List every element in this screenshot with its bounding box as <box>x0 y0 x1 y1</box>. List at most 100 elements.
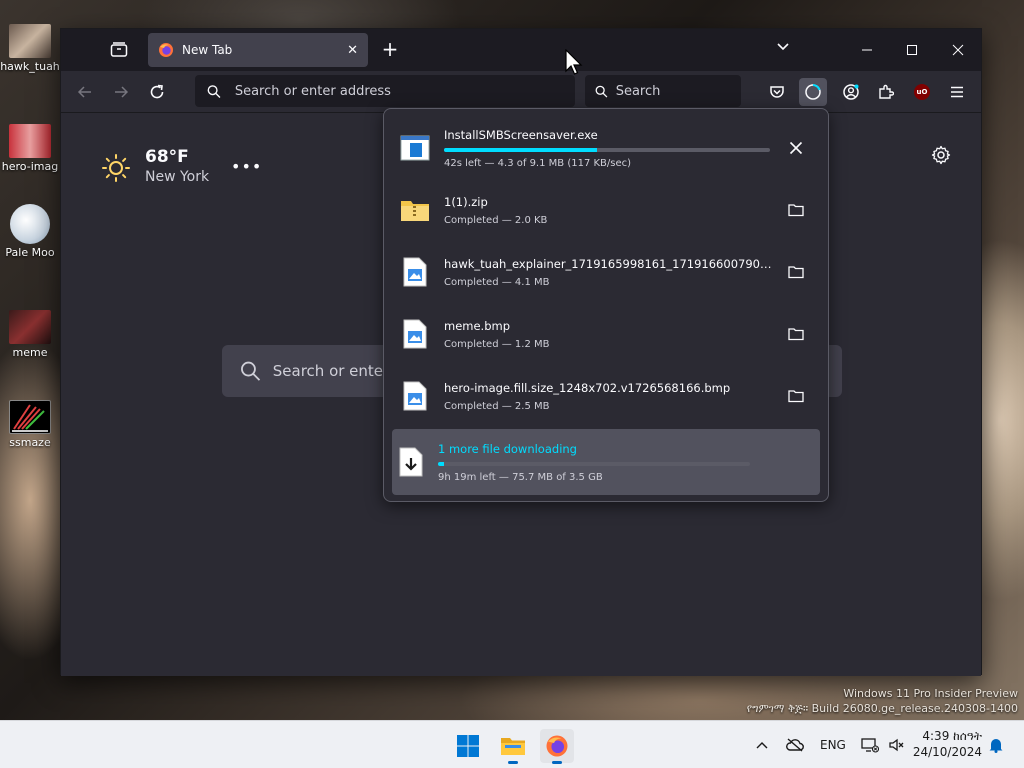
ublock-origin-button[interactable]: uO <box>908 78 936 106</box>
desktop-icon-label: Pale Moo <box>5 246 55 259</box>
more-options-icon[interactable]: ••• <box>231 157 262 176</box>
search-icon <box>241 361 261 381</box>
download-filename: meme.bmp <box>444 318 511 333</box>
tab-new-tab[interactable]: New Tab ✕ <box>148 33 368 67</box>
mouse-cursor-icon <box>565 49 583 75</box>
downloads-panel: InstallSMBScreensaver.exe 42s left — 4.3… <box>383 108 829 502</box>
folder-icon <box>788 204 804 217</box>
download-item[interactable]: InstallSMBScreensaver.exe 42s left — 4.3… <box>392 117 820 179</box>
search-icon <box>595 85 608 98</box>
download-status: 9h 19m left — 75.7 MB of 3.5 GB <box>438 471 603 483</box>
desktop-icon-hero-image[interactable]: hero-imag <box>0 124 60 173</box>
menu-button[interactable] <box>943 78 971 106</box>
image-file-icon <box>400 381 430 411</box>
more-downloads-summary[interactable]: 1 more file downloading 9h 19m left — 75… <box>392 429 820 495</box>
maximize-button[interactable] <box>899 37 925 63</box>
network-icon[interactable] <box>861 733 879 757</box>
download-item[interactable]: 1(1).zip Completed — 2.0 KB <box>392 179 820 241</box>
folder-icon <box>501 738 525 755</box>
chevron-up-icon[interactable] <box>756 733 768 757</box>
watermark-build: የግምገማ ቅጅ። Build 26080.ge_release.240308-… <box>746 702 1018 715</box>
folder-icon <box>788 328 804 341</box>
search-bar[interactable] <box>585 75 741 107</box>
address-input[interactable] <box>234 83 563 99</box>
pocket-button[interactable] <box>763 78 791 106</box>
close-icon <box>789 141 803 155</box>
download-filename: 1(1).zip <box>444 194 488 209</box>
file-explorer-taskbar-button[interactable] <box>496 729 530 764</box>
windows-watermark: Windows 11 Pro Insider Preview የግምገማ ቅጅ።… <box>747 686 1018 716</box>
more-downloads-label[interactable]: 1 more file downloading <box>438 442 820 456</box>
minimize-button[interactable] <box>854 37 880 63</box>
sun-icon <box>102 154 130 182</box>
firefox-logo-icon <box>546 735 568 757</box>
start-button[interactable] <box>451 729 485 763</box>
download-item[interactable]: hero-image.fill.size_1248x702.v172656816… <box>392 365 820 427</box>
download-arrow-icon <box>396 447 426 477</box>
download-status: Completed — 4.1 MB <box>444 276 550 288</box>
account-button[interactable] <box>837 78 865 106</box>
desktop-icon-pale-moon[interactable]: Pale Moo <box>0 204 60 259</box>
image-thumbnail <box>9 24 51 58</box>
download-filename: InstallSMBScreensaver.exe <box>444 127 598 142</box>
speaker-muted-icon[interactable] <box>888 733 904 757</box>
language-indicator[interactable]: ENG <box>820 733 846 757</box>
download-item[interactable]: meme.bmp Completed — 1.2 MB <box>392 303 820 365</box>
new-tab-button[interactable]: + <box>379 39 401 61</box>
firefox-view-icon[interactable] <box>109 40 129 60</box>
zip-folder-icon <box>400 195 430 225</box>
desktop-icon-label: hawk_tuah <box>0 60 60 73</box>
image-file-icon <box>400 257 430 287</box>
ublock-icon: uO <box>914 84 930 100</box>
navigation-toolbar: uO <box>61 71 981 113</box>
open-folder-button[interactable] <box>778 316 814 352</box>
desktop-icon-label: hero-imag <box>1 160 59 173</box>
extensions-button[interactable] <box>872 78 900 106</box>
desktop-icon-meme[interactable]: meme <box>0 310 60 359</box>
search-icon <box>207 84 221 98</box>
chevron-down-icon[interactable] <box>774 41 792 59</box>
close-icon[interactable]: ✕ <box>347 43 358 58</box>
taskbar: ENG 4:39 ከሰዓት 24/10/2024 <box>0 720 1024 768</box>
forward-button[interactable] <box>109 80 133 104</box>
hamburger-icon <box>951 86 963 98</box>
desktop-icon-hawk-tuah[interactable]: hawk_tuah <box>0 24 60 73</box>
download-item[interactable]: hawk_tuah_explainer_1719165998161_171916… <box>392 241 820 303</box>
cancel-download-button[interactable] <box>778 130 814 166</box>
download-progress-bar <box>444 147 770 152</box>
download-filename: hero-image.fill.size_1248x702.v172656816… <box>444 380 731 395</box>
download-status: Completed — 2.0 KB <box>444 214 548 226</box>
clock-date: 24/10/2024 <box>912 745 982 759</box>
open-folder-button[interactable] <box>778 192 814 228</box>
reload-button[interactable] <box>145 80 169 104</box>
folder-icon <box>788 266 804 279</box>
download-progress-bar <box>438 461 750 466</box>
clock-time: 4:39 ከሰዓት <box>922 729 982 743</box>
weather-widget[interactable]: 68°F New York ••• <box>101 147 261 185</box>
firefox-taskbar-button[interactable] <box>540 729 574 764</box>
desktop-icon-label: meme <box>12 346 48 359</box>
desktop-icon-ssmaze[interactable]: ssmaze <box>0 400 60 449</box>
search-input[interactable] <box>615 83 731 99</box>
downloads-button[interactable] <box>799 78 827 106</box>
cloud-offline-icon[interactable] <box>786 733 804 757</box>
notification-bell-icon[interactable] <box>988 733 1004 757</box>
account-icon <box>843 84 859 100</box>
open-folder-button[interactable] <box>778 254 814 290</box>
pale-moon-icon <box>10 204 50 244</box>
exe-icon <box>400 133 430 163</box>
image-thumbnail <box>9 310 51 344</box>
address-bar[interactable] <box>195 75 575 107</box>
titlebar: New Tab ✕ + <box>61 29 981 71</box>
gear-icon[interactable] <box>931 145 951 165</box>
desktop-icon-label: ssmaze <box>9 436 51 449</box>
open-folder-button[interactable] <box>778 378 814 414</box>
system-clock[interactable]: 4:39 ከሰዓት 24/10/2024 <box>912 728 982 760</box>
download-progress-icon <box>805 84 821 100</box>
tab-title: New Tab <box>182 43 233 57</box>
close-window-button[interactable] <box>945 37 971 63</box>
weather-city: New York <box>145 169 210 185</box>
back-button[interactable] <box>73 80 97 104</box>
pocket-icon <box>770 86 784 98</box>
image-thumbnail <box>9 124 51 158</box>
